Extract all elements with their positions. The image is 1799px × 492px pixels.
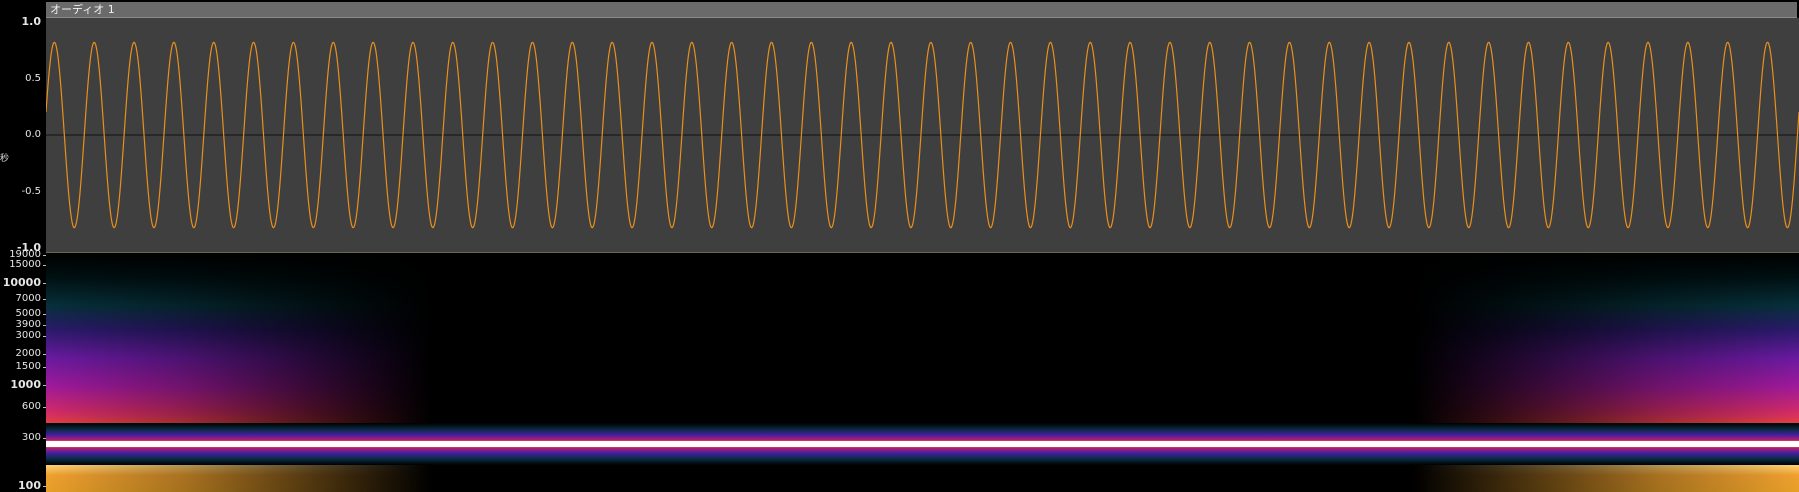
- time-unit-marker: 秒: [0, 154, 10, 164]
- frequency-tick-label: 1500: [15, 360, 41, 372]
- frequency-tick-label: 1000: [10, 377, 41, 391]
- frequency-tick-label: 600: [21, 401, 41, 413]
- track-title-bar[interactable]: オーディオ 1: [46, 2, 1797, 18]
- amplitude-tick-label: 1.0: [21, 15, 42, 28]
- waveform-canvas: [46, 41, 1799, 229]
- frequency-tick-label: 2000: [15, 348, 41, 360]
- spectrogram-view[interactable]: [46, 253, 1799, 492]
- frequency-tick-label: 7000: [15, 292, 41, 304]
- frequency-tick-label: 5000: [15, 307, 41, 319]
- spectrogram-canvas: [46, 253, 1799, 492]
- frequency-tick-label: 3000: [15, 330, 41, 342]
- vertical-ruler: 1.0 0.5 0.0 -0.5 -1.0 19000 15000 10000 7000 500…: [0, 15, 46, 492]
- spectrogram-tone-peak: [46, 441, 1799, 447]
- frequency-tick-label: 10000: [2, 276, 41, 290]
- amplitude-tick-label: 0.0: [25, 129, 41, 140]
- amplitude-tick-label: 0.5: [25, 72, 41, 84]
- frequency-tick-label: 15000: [9, 259, 41, 271]
- track-title: オーディオ 1: [50, 3, 115, 16]
- amplitude-tick-label: -0.5: [21, 185, 41, 197]
- frequency-tick-label: 100: [18, 479, 41, 492]
- frequency-tick-label: 300: [21, 431, 41, 443]
- waveform-view[interactable]: [46, 18, 1799, 252]
- frequency-tick-label: 3900: [15, 318, 41, 330]
